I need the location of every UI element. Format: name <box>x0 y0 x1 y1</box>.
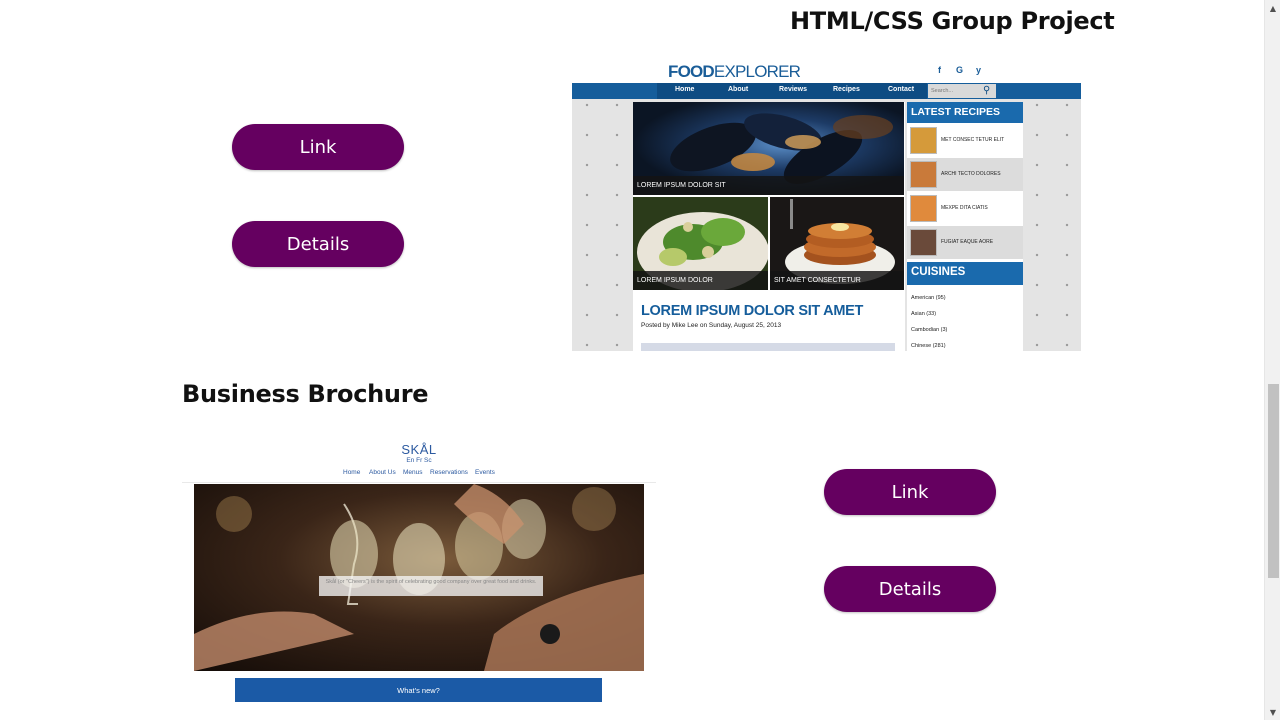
foodexplorer-preview-image: FOODEXPLORER f G y Home About Reviews Re… <box>572 60 1081 351</box>
skal-whats-new-button: What's new? <box>235 678 602 702</box>
skal-nav-reservations: Reservations <box>430 469 468 476</box>
fe-recipe-item: MET CONSEC TETUR ELIT <box>907 124 1023 157</box>
skal-nav-home: Home <box>343 469 361 476</box>
skal-nav-events: Events <box>475 469 495 476</box>
fe-nav-recipes: Recipes <box>833 86 860 93</box>
page-scrollbar[interactable]: ▲ ▼ <box>1264 0 1280 720</box>
skal-quote-text: Skål (or "Cheers") is the spirit of cele… <box>319 576 543 596</box>
fe-article-title: LOREM IPSUM DOLOR SIT AMET <box>641 303 864 319</box>
twitter-icon: y <box>976 65 982 75</box>
foodexplorer-header: FOODEXPLORER f G y <box>572 60 1081 83</box>
fe-salad-photo: LOREM IPSUM DOLOR <box>633 197 768 290</box>
portfolio-page: HTML/CSS Group Project Link Details FOOD… <box>0 0 1280 720</box>
fe-caption-1: LOREM IPSUM DOLOR SIT <box>633 176 904 195</box>
fe-cuisine-item: American (95) <box>911 295 946 301</box>
group-project-details-button[interactable]: Details <box>232 221 404 267</box>
scroll-down-arrow-icon[interactable]: ▼ <box>1265 704 1280 720</box>
scroll-up-arrow-icon[interactable]: ▲ <box>1265 0 1280 16</box>
business-brochure-details-button[interactable]: Details <box>824 566 996 612</box>
fe-recipe-item: ARCHI TECTO DOLORES <box>907 158 1023 191</box>
skal-logo: SKÅL <box>401 442 437 457</box>
fe-article-meta: Posted by Mike Lee on Sunday, August 25,… <box>641 322 782 329</box>
fe-caption-3: SIT AMET CONSECTETUR <box>770 271 904 290</box>
project-title-business-brochure: Business Brochure <box>182 380 429 408</box>
fe-nav-about: About <box>728 86 749 93</box>
fe-nav-home: Home <box>675 86 695 93</box>
business-brochure-link-button[interactable]: Link <box>824 469 996 515</box>
fe-caption-2: LOREM IPSUM DOLOR <box>633 271 768 290</box>
fe-cuisines-heading: CUISINES <box>907 262 1023 285</box>
skal-preview-image: SKÅL En Fr Sc Home About Us Menus Reserv… <box>182 435 656 703</box>
foodexplorer-logo: FOODEXPLORER <box>668 62 801 81</box>
fe-cuisine-item: Asian (33) <box>911 311 937 317</box>
fe-hero-photo: LOREM IPSUM DOLOR SIT <box>633 102 904 195</box>
google-icon: G <box>956 65 964 75</box>
fe-pancake-photo: SIT AMET CONSECTETUR <box>770 197 904 290</box>
fe-recipe-item: FUGIAT EAQUE AORE <box>907 226 1023 259</box>
group-project-link-button[interactable]: Link <box>232 124 404 170</box>
skal-hero-photo: Skål (or "Cheers") is the spirit of cele… <box>194 484 644 671</box>
fe-cuisine-item: Cambodian (3) <box>911 327 948 333</box>
fe-sidebar: LATEST RECIPES MET CONSEC TETUR ELIT ARC… <box>907 102 1023 351</box>
facebook-icon: f <box>938 65 941 75</box>
skal-nav-about: About Us <box>369 469 396 476</box>
skal-language-links: En Fr Sc <box>406 457 432 464</box>
search-icon: ⚲ <box>983 85 991 96</box>
fe-nav-contact: Contact <box>888 86 915 93</box>
foodexplorer-nav: Home About Reviews Recipes Contact <box>572 83 1081 99</box>
fe-latest-recipes-heading: LATEST RECIPES <box>907 102 1023 123</box>
fe-cuisine-item: Chinese (281) <box>911 343 946 349</box>
fe-nav-reviews: Reviews <box>779 86 808 93</box>
fe-recipe-item: MEXPE DITA CIATIS <box>907 192 1023 225</box>
fe-article-image <box>641 343 895 351</box>
skal-nav-menus: Menus <box>403 469 423 476</box>
project-title-group-project: HTML/CSS Group Project <box>790 7 1115 35</box>
scrollbar-thumb[interactable] <box>1268 384 1279 578</box>
